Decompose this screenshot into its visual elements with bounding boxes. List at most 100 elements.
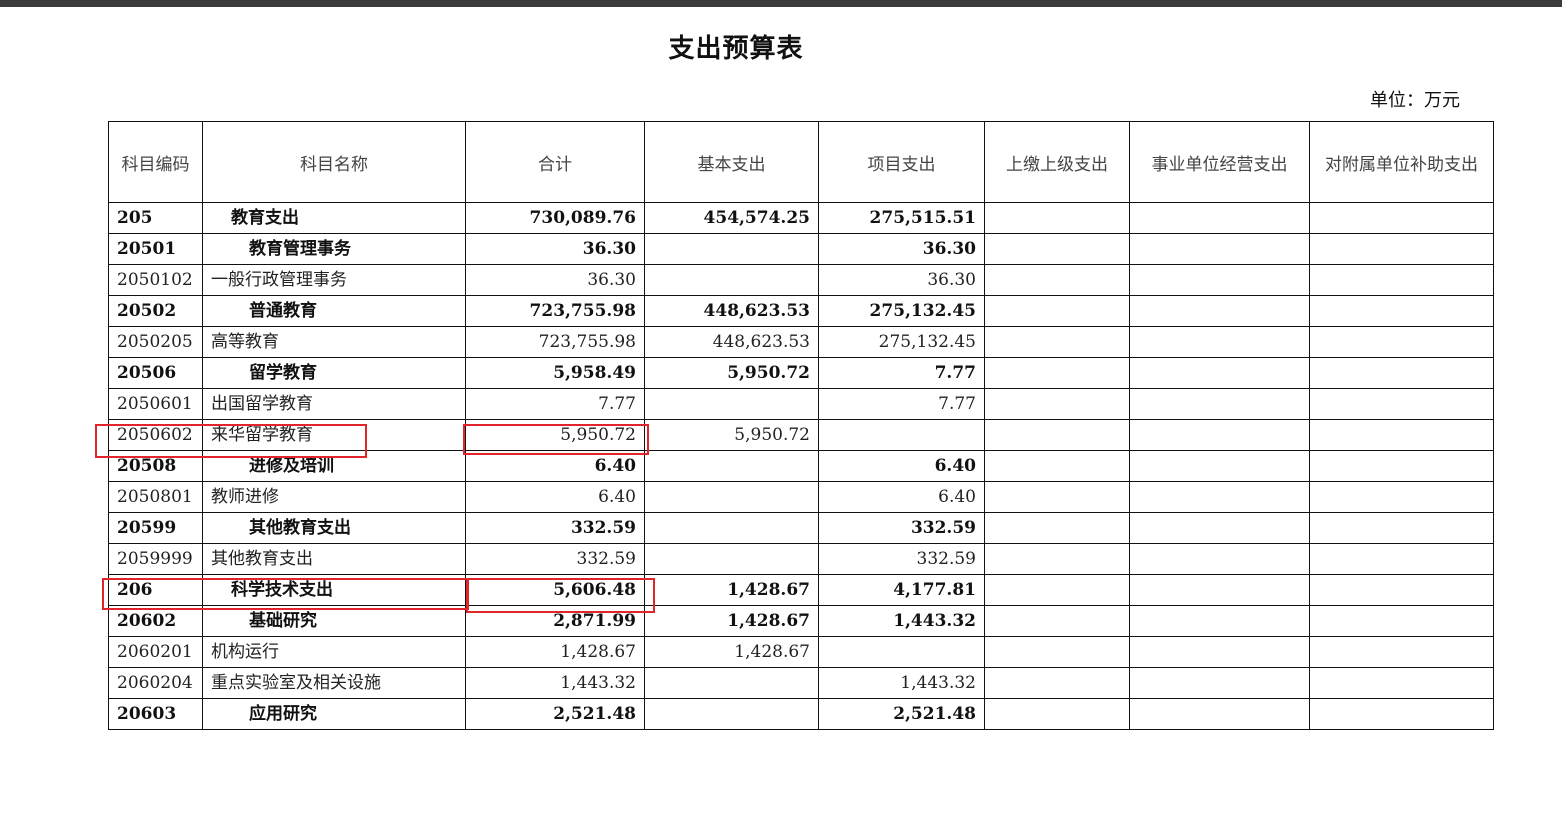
cell-basic: 5,950.72 (644, 419, 819, 451)
cell-total: 5,958.49 (465, 357, 645, 389)
cell-project (818, 419, 985, 451)
cell-name: 出国留学教育 (202, 388, 466, 420)
cell-business (1129, 543, 1310, 575)
cell-basic (644, 264, 819, 296)
cell-business (1129, 512, 1310, 544)
cell-project: 36.30 (818, 233, 985, 265)
cell-upper (984, 574, 1130, 606)
cell-basic: 1,428.67 (644, 574, 819, 606)
cell-business (1129, 605, 1310, 637)
cell-project: 7.77 (818, 388, 985, 420)
cell-total: 6.40 (465, 481, 645, 513)
cell-upper (984, 264, 1130, 296)
table-row: 2050602 来华留学教育 5,950.72 5,950.72 (108, 419, 1494, 451)
cell-name: 其他教育支出 (202, 543, 466, 575)
cell-upper (984, 326, 1130, 358)
cell-upper (984, 512, 1130, 544)
cell-business (1129, 326, 1310, 358)
table-row: 20506 留学教育 5,958.49 5,950.72 7.77 (108, 357, 1494, 389)
cell-upper (984, 357, 1130, 389)
table-row: 20603 应用研究 2,521.48 2,521.48 (108, 698, 1494, 730)
cell-project: 6.40 (818, 450, 985, 482)
cell-project: 275,515.51 (818, 202, 985, 234)
cell-code: 2060201 (108, 636, 203, 668)
cell-basic (644, 512, 819, 544)
cell-subsidy (1309, 481, 1494, 513)
cell-project: 275,132.45 (818, 295, 985, 327)
cell-code: 2050102 (108, 264, 203, 296)
cell-code: 20508 (108, 450, 203, 482)
cell-name: 应用研究 (202, 698, 466, 730)
cell-subsidy (1309, 667, 1494, 699)
cell-business (1129, 357, 1310, 389)
table-row: 2050601 出国留学教育 7.77 7.77 (108, 388, 1494, 420)
cell-name: 进修及培训 (202, 450, 466, 482)
cell-upper (984, 202, 1130, 234)
table-row: 205 教育支出 730,089.76 454,574.25 275,515.51 (108, 202, 1494, 234)
cell-name: 基础研究 (202, 605, 466, 637)
header-subsidy: 对附属单位补助支出 (1309, 121, 1494, 203)
cell-project: 332.59 (818, 512, 985, 544)
cell-code: 20506 (108, 357, 203, 389)
cell-total: 36.30 (465, 264, 645, 296)
cell-basic: 5,950.72 (644, 357, 819, 389)
header-project: 项目支出 (818, 121, 985, 203)
cell-code: 20599 (108, 512, 203, 544)
cell-business (1129, 667, 1310, 699)
cell-name: 教育管理事务 (202, 233, 466, 265)
cell-business (1129, 450, 1310, 482)
cell-subsidy (1309, 605, 1494, 637)
cell-business (1129, 574, 1310, 606)
cell-basic (644, 543, 819, 575)
cell-subsidy (1309, 419, 1494, 451)
cell-subsidy (1309, 512, 1494, 544)
table-row: 2050102 一般行政管理事务 36.30 36.30 (108, 264, 1494, 296)
cell-project: 4,177.81 (818, 574, 985, 606)
cell-business (1129, 636, 1310, 668)
table-row: 20502 普通教育 723,755.98 448,623.53 275,132.45 (108, 295, 1494, 327)
cell-name: 一般行政管理事务 (202, 264, 466, 296)
cell-basic: 1,428.67 (644, 605, 819, 637)
cell-upper (984, 450, 1130, 482)
unit-label: 单位：万元 (1370, 90, 1460, 111)
cell-subsidy (1309, 388, 1494, 420)
cell-total: 1,428.67 (465, 636, 645, 668)
cell-code: 206 (108, 574, 203, 606)
cell-project (818, 636, 985, 668)
cell-project: 1,443.32 (818, 667, 985, 699)
header-name: 科目名称 (202, 121, 466, 203)
cell-upper (984, 543, 1130, 575)
table-body: 205 教育支出 730,089.76 454,574.25 275,515.51 205… (108, 202, 1494, 730)
table-row: 20508 进修及培训 6.40 6.40 (108, 450, 1494, 482)
cell-subsidy (1309, 202, 1494, 234)
cell-code: 20603 (108, 698, 203, 730)
table-row: 2050801 教师进修 6.40 6.40 (108, 481, 1494, 513)
cell-name: 教师进修 (202, 481, 466, 513)
cell-business (1129, 698, 1310, 730)
table-row: 20501 教育管理事务 36.30 36.30 (108, 233, 1494, 265)
cell-upper (984, 481, 1130, 513)
cell-total: 7.77 (465, 388, 645, 420)
cell-subsidy (1309, 450, 1494, 482)
cell-code: 2059999 (108, 543, 203, 575)
cell-business (1129, 388, 1310, 420)
cell-total: 332.59 (465, 543, 645, 575)
cell-total: 1,443.32 (465, 667, 645, 699)
table-row: 2059999 其他教育支出 332.59 332.59 (108, 543, 1494, 575)
table-row: 20602 基础研究 2,871.99 1,428.67 1,443.32 (108, 605, 1494, 637)
cell-project: 1,443.32 (818, 605, 985, 637)
page-title: 支出预算表 (668, 34, 804, 64)
cell-basic (644, 450, 819, 482)
cell-basic: 1,428.67 (644, 636, 819, 668)
cell-business (1129, 481, 1310, 513)
cell-project: 6.40 (818, 481, 985, 513)
cell-total: 2,521.48 (465, 698, 645, 730)
cell-code: 2050602 (108, 419, 203, 451)
cell-total: 723,755.98 (465, 326, 645, 358)
cell-project: 36.30 (818, 264, 985, 296)
cell-subsidy (1309, 698, 1494, 730)
cell-code: 2050205 (108, 326, 203, 358)
cell-project: 275,132.45 (818, 326, 985, 358)
cell-basic: 448,623.53 (644, 326, 819, 358)
cell-business (1129, 264, 1310, 296)
